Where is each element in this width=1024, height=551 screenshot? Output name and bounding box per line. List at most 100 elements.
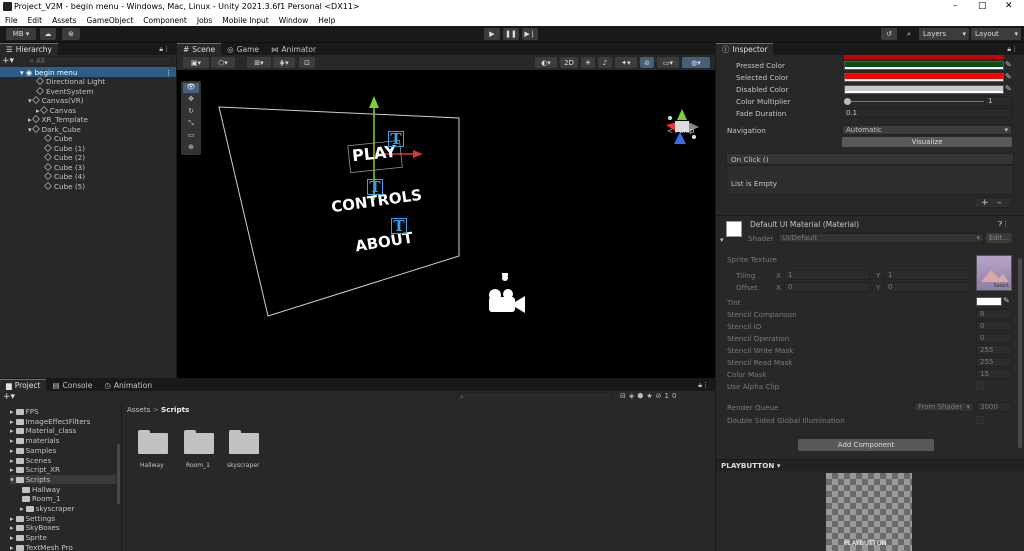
eyedropper-icon[interactable]: ✎ <box>1005 84 1012 93</box>
shading-dropdown[interactable]: ◐▾ <box>535 57 557 68</box>
menu-component[interactable]: Component <box>143 16 187 25</box>
audio-toggle-icon[interactable]: ♪ <box>598 57 612 68</box>
select-texture-button[interactable]: Select <box>994 283 1009 289</box>
project-tree-item[interactable]: ▸ Samples <box>10 446 56 455</box>
grid-snap-dropdown[interactable]: ⋕▾ <box>273 57 295 68</box>
tab-scene[interactable]: # Scene <box>177 43 222 55</box>
hierarchy-item[interactable]: ▸ Canvas <box>36 106 76 115</box>
eyedropper-icon[interactable]: ✎ <box>1005 72 1012 81</box>
hidden-objects-toggle-icon[interactable]: ⊘ <box>640 57 654 68</box>
scene-menu-icon[interactable]: ⋮ <box>165 68 172 77</box>
menu-window[interactable]: Window <box>279 16 309 25</box>
project-tree-item[interactable]: ▸ materials <box>10 436 59 445</box>
persp-label[interactable]: < Persp <box>667 127 694 135</box>
increment-snap-icon[interactable]: ⊡ <box>299 57 315 68</box>
maximize-button[interactable]: □ <box>978 1 987 11</box>
snap-dropdown[interactable]: ⊞▾ <box>247 57 271 68</box>
color-multiplier-track[interactable] <box>846 101 984 102</box>
tab-animator[interactable]: ⋈ Animator <box>265 43 322 55</box>
project-tree-item[interactable]: ▸ SkyBoxes <box>10 523 60 532</box>
hierarchy-item[interactable]: Cube (1) <box>44 144 85 153</box>
add-listener-button[interactable]: + <box>981 198 989 208</box>
menu-jobs[interactable]: Jobs <box>197 16 212 25</box>
project-filter-icons[interactable]: ⊟◈⬢★⊘10 <box>620 392 679 400</box>
project-tree-item[interactable]: ▾ Scripts <box>10 474 116 484</box>
move-gizmo-x-arrow[interactable] <box>413 150 423 158</box>
lock-icon[interactable]: 🔒︎⋮ <box>1007 45 1018 54</box>
sprite-texture-thumbnail[interactable]: Select <box>976 255 1012 291</box>
menu-assets[interactable]: Assets <box>52 16 76 25</box>
cloud-icon[interactable]: ☁ <box>40 28 56 40</box>
collapse-arrow-icon[interactable]: ▸ <box>10 523 14 532</box>
menu-edit[interactable]: Edit <box>28 16 43 25</box>
move-gizmo-y-arrow[interactable] <box>369 96 379 108</box>
project-tree-item[interactable]: Hallway <box>20 485 60 494</box>
tab-hierarchy[interactable]: ☰ Hierarchy <box>0 43 58 55</box>
highlighted-color-swatch[interactable] <box>844 55 1004 59</box>
foldout-arrow-icon[interactable]: ▾ <box>720 236 724 244</box>
hierarchy-item[interactable]: EventSystem <box>36 87 93 96</box>
tab-project[interactable]: ▆ Project <box>0 379 47 391</box>
color-swatch[interactable] <box>844 85 1004 94</box>
hierarchy-item[interactable]: Cube <box>44 134 73 143</box>
menu-file[interactable]: File <box>5 16 18 25</box>
shader-property-field[interactable]: 255 <box>976 345 1012 355</box>
tiling-y-field[interactable]: 1 <box>884 270 970 280</box>
toggle-2d-button[interactable]: 2D <box>560 57 578 68</box>
render-mode-dropdown[interactable]: ⬡▾ <box>211 57 235 68</box>
collapse-arrow-icon[interactable]: ▸ <box>10 417 14 426</box>
collapse-arrow-icon[interactable]: ▸ <box>10 543 14 551</box>
camera-dropdown[interactable]: ▭▾ <box>657 57 679 68</box>
tint-color-swatch[interactable] <box>976 297 1002 306</box>
tab-console[interactable]: ▤ Console <box>46 379 98 391</box>
shader-property-field[interactable]: 0 <box>976 321 1012 331</box>
preview-title[interactable]: PLAYBUTTON ▾ <box>721 461 780 470</box>
project-tree-item[interactable]: ▸ ImageEffectFilters <box>10 417 90 426</box>
navigation-dropdown[interactable]: Automatic ▾ <box>842 125 1012 135</box>
double-sided-gi-checkbox[interactable] <box>976 416 984 424</box>
collapse-arrow-icon[interactable]: ▸ <box>10 533 14 542</box>
close-button[interactable]: ✕ <box>1005 1 1013 11</box>
gizmos-dropdown[interactable]: ◍▾ <box>682 57 710 68</box>
collapse-arrow-icon[interactable]: ▸ <box>10 465 14 474</box>
shader-property-field[interactable]: 255 <box>976 357 1012 367</box>
collapse-arrow-icon[interactable]: ▸ <box>10 407 14 416</box>
effects-dropdown[interactable]: ✦▾ <box>615 57 637 68</box>
layers-dropdown[interactable]: Layers ▾ <box>919 28 969 40</box>
hidden-packages-icon[interactable]: ⊘ <box>656 392 665 400</box>
eyedropper-icon[interactable]: ✎ <box>1003 296 1010 305</box>
history-icon[interactable]: ↺ <box>881 28 897 40</box>
collapse-arrow-icon[interactable]: ▸ <box>20 504 24 513</box>
inspector-scrollbar[interactable] <box>1018 258 1022 448</box>
expand-arrow-icon[interactable]: ▾ <box>10 475 14 484</box>
scene-canvas[interactable] <box>177 70 715 378</box>
project-tree-item[interactable]: ▸ TextMesh Pro <box>10 543 73 551</box>
project-create-button[interactable]: +▾ <box>3 392 15 402</box>
project-search-input[interactable]: ⌕ <box>456 392 612 402</box>
lock-icon[interactable]: 🔒︎⋮ <box>159 45 170 54</box>
project-tree-item[interactable]: ▸ FPS <box>10 407 39 416</box>
menu-mobile-input[interactable]: Mobile Input <box>222 16 268 25</box>
add-component-button[interactable]: Add Component <box>798 439 934 451</box>
color-multiplier-thumb[interactable] <box>844 98 851 105</box>
project-tree-item[interactable]: ▸ Script_XR <box>10 465 60 474</box>
hierarchy-item[interactable]: ▸ XR_Template <box>28 115 88 124</box>
collapse-arrow-icon[interactable]: ▸ <box>10 446 14 455</box>
project-tree-item[interactable]: ▸ skyscraper <box>20 504 75 513</box>
create-button[interactable]: +▾ <box>2 56 18 66</box>
hierarchy-item[interactable]: ▾ Dark_Cube <box>28 125 81 134</box>
fade-duration-field[interactable]: 0.1 <box>842 108 1012 118</box>
hierarchy-item[interactable]: Cube (4) <box>44 172 85 181</box>
remove-listener-button[interactable]: – <box>997 198 1002 208</box>
offset-y-field[interactable]: 0 <box>884 282 970 292</box>
draw-mode-dropdown[interactable]: ▣▾ <box>183 57 209 68</box>
alpha-clip-checkbox[interactable] <box>976 382 984 390</box>
eyedropper-icon[interactable]: ✎ <box>1005 60 1012 69</box>
project-tree-item[interactable]: ▸ Settings <box>10 514 55 523</box>
shader-dropdown[interactable]: UI/Default ▾ <box>778 233 984 243</box>
hierarchy-item[interactable]: Cube (2) <box>44 153 85 162</box>
account-dropdown[interactable]: MB ▾ <box>6 28 36 40</box>
tab-animation[interactable]: ◷ Animation <box>98 379 158 391</box>
render-queue-mode-dropdown[interactable]: From Shader ▾ <box>914 402 974 412</box>
tab-game[interactable]: ◎ Game <box>221 43 265 55</box>
